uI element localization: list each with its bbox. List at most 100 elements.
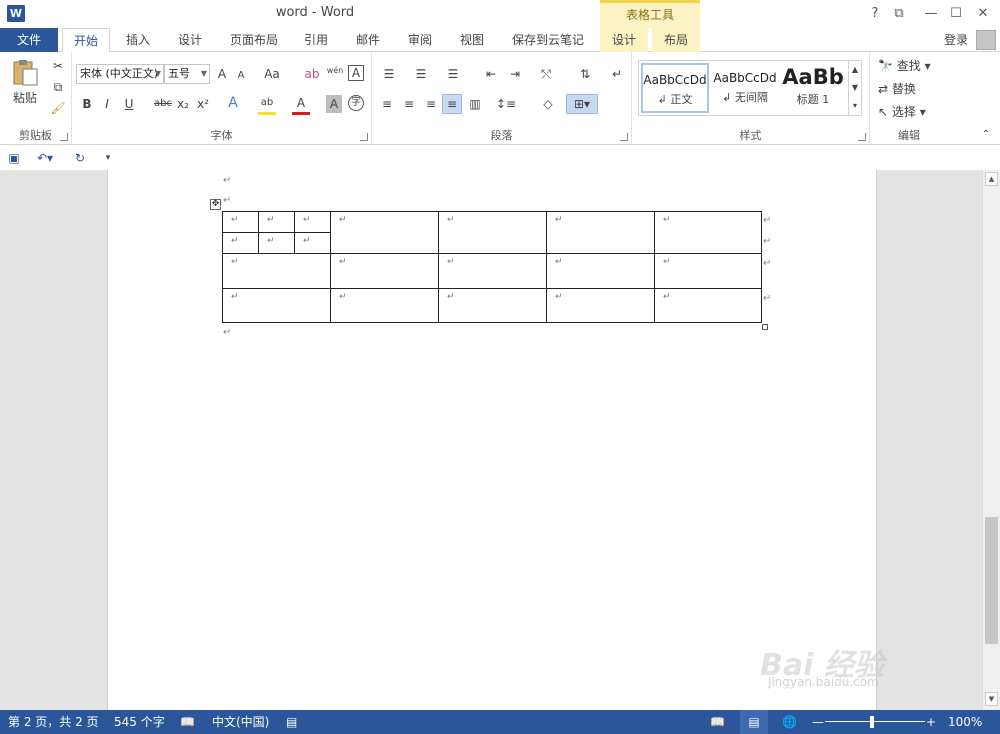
font-launcher-icon[interactable]	[360, 133, 368, 141]
user-avatar-icon[interactable]	[976, 30, 996, 50]
shrink-font-icon[interactable]: A	[234, 67, 248, 85]
redo-icon[interactable]: ↻	[72, 149, 88, 167]
character-shading-icon[interactable]: A	[326, 95, 342, 113]
customize-qat-icon[interactable]: ▾	[102, 149, 114, 167]
paragraph-launcher-icon[interactable]	[620, 133, 628, 141]
word-count[interactable]: 545 个字	[114, 710, 165, 734]
style-no-spacing[interactable]: AaBbCcDd ↲ 无间隔	[711, 63, 779, 113]
table-cell[interactable]: ↵	[258, 211, 295, 233]
help-button[interactable]: ?	[864, 4, 886, 24]
page-count[interactable]: 第 2 页，共 2 页	[8, 710, 99, 734]
strikethrough-button[interactable]: abc	[152, 95, 174, 113]
multilevel-list-icon[interactable]: ☰	[442, 65, 464, 83]
table-cell[interactable]: ↵	[258, 232, 295, 254]
increase-indent-icon[interactable]: ⇥	[506, 65, 524, 83]
tab-mailings[interactable]: 邮件	[346, 28, 390, 52]
table-cell[interactable]: ↵	[438, 211, 547, 254]
word-app-icon[interactable]: W	[7, 5, 25, 22]
minimize-button[interactable]: —	[920, 4, 942, 24]
paste-icon[interactable]	[10, 58, 40, 88]
table-cell[interactable]: ↵	[294, 232, 331, 254]
language-indicator[interactable]: 中文(中国)	[212, 710, 269, 734]
numbering-icon[interactable]: ☰	[410, 65, 432, 83]
tab-file[interactable]: 文件	[0, 28, 58, 52]
macro-recording-icon[interactable]: ▤	[286, 710, 297, 734]
table-cell[interactable]: ↵	[438, 253, 547, 289]
collapse-ribbon-icon[interactable]: ⌃	[978, 126, 994, 144]
shading-icon[interactable]: ◇	[536, 95, 560, 113]
table-resize-handle-icon[interactable]	[762, 324, 768, 330]
clear-formatting-icon[interactable]: ab	[304, 65, 320, 83]
superscript-button[interactable]: x²	[196, 95, 210, 113]
format-painter-icon[interactable]: 🖌	[50, 99, 66, 117]
select-button[interactable]: ↖ 选择 ▾	[878, 103, 944, 121]
table-move-handle-icon[interactable]: ✥	[210, 199, 221, 210]
table-cell[interactable]: ↵	[330, 253, 439, 289]
table-cell[interactable]: ↵	[438, 288, 547, 323]
tab-table-layout[interactable]: 布局	[652, 28, 700, 52]
tab-save-to-cloud-notes[interactable]: 保存到云笔记	[504, 28, 592, 52]
grow-font-icon[interactable]: A	[214, 65, 230, 83]
change-case-icon[interactable]: Aa	[260, 65, 284, 83]
close-button[interactable]: ✕	[972, 4, 994, 24]
table-cell[interactable]: ↵	[654, 253, 762, 289]
table-cell[interactable]: ↵	[546, 253, 655, 289]
align-center-icon[interactable]: ≡	[400, 95, 418, 113]
table-cell[interactable]: ↵	[654, 288, 762, 323]
underline-button[interactable]: U	[122, 95, 136, 113]
zoom-slider-track[interactable]	[825, 721, 925, 722]
maximize-button[interactable]: ☐	[945, 4, 967, 24]
zoom-in-button[interactable]: +	[926, 710, 936, 734]
find-button[interactable]: 🔭 查找 ▾	[878, 57, 944, 75]
scroll-down-icon[interactable]: ▼	[985, 692, 998, 706]
show-formatting-marks-icon[interactable]: ↵	[608, 65, 626, 83]
chinese-layout-icon[interactable]: ⤲	[534, 65, 558, 83]
table-cell[interactable]: ↵	[546, 288, 655, 323]
sort-icon[interactable]: ⇅	[576, 65, 594, 83]
save-icon[interactable]: ▣	[6, 149, 22, 167]
ribbon-display-options-button[interactable]: ⧉	[888, 4, 910, 24]
paste-label[interactable]: 粘贴	[8, 89, 42, 107]
table[interactable]: ↵ ↵ ↵ ↵ ↵ ↵ ↵ ↵ ↵ ↵ ↵ ↵ ↵ ↵ ↵ ↵ ↵ ↵ ↵ ↵	[222, 211, 762, 323]
scroll-up-icon[interactable]: ▲	[985, 172, 998, 186]
style-normal[interactable]: AaBbCcDd ↲ 正文	[641, 63, 709, 113]
text-effects-icon[interactable]: A	[224, 94, 242, 112]
enclose-characters-icon[interactable]: 字	[348, 95, 364, 111]
line-spacing-icon[interactable]: ↕≡	[494, 95, 518, 113]
table-cell[interactable]: ↵	[222, 288, 331, 323]
tab-review[interactable]: 审阅	[398, 28, 442, 52]
zoom-out-button[interactable]: —	[812, 710, 824, 734]
highlight-color-icon[interactable]: ab	[258, 94, 276, 115]
table-cell[interactable]: ↵	[330, 211, 439, 254]
tab-design[interactable]: 设计	[168, 28, 212, 52]
zoom-slider-thumb[interactable]	[870, 716, 874, 728]
table-cell[interactable]: ↵	[546, 211, 655, 254]
replace-button[interactable]: ⇄ 替换	[878, 80, 944, 98]
subscript-button[interactable]: x₂	[176, 95, 190, 113]
sign-in-link[interactable]: 登录	[944, 28, 968, 52]
table-cell[interactable]: ↵	[294, 211, 331, 233]
tab-page-layout[interactable]: 页面布局	[222, 28, 286, 52]
font-name-combo[interactable]: 宋体 (中文正文) ▼	[76, 64, 164, 84]
cut-icon[interactable]: ✂	[50, 57, 66, 75]
align-right-icon[interactable]: ≡	[422, 95, 440, 113]
bold-button[interactable]: B	[80, 95, 94, 113]
italic-button[interactable]: I	[100, 95, 114, 113]
styles-scroll-icon[interactable]: ▲ ▼ ▾	[848, 61, 861, 115]
bullets-icon[interactable]: ☰	[378, 65, 400, 83]
undo-icon[interactable]: ↶▾	[34, 149, 56, 167]
table-cell[interactable]: ↵	[222, 253, 331, 289]
tab-references[interactable]: 引用	[294, 28, 338, 52]
tab-insert[interactable]: 插入	[116, 28, 160, 52]
distributed-icon[interactable]: ▥	[466, 95, 484, 113]
tab-home[interactable]: 开始	[62, 28, 110, 53]
borders-icon[interactable]: ⊞▾	[566, 94, 598, 114]
align-left-icon[interactable]: ≡	[378, 95, 396, 113]
table-cell[interactable]: ↵	[330, 288, 439, 323]
table-cell[interactable]: ↵	[222, 232, 259, 254]
table-cell[interactable]: ↵	[654, 211, 762, 254]
document-page[interactable]: ↵ ✥ ↵ ↵ ↵ ↵ ↵ ↵ ↵ ↵ ↵ ↵ ↵ ↵ ↵ ↵ ↵ ↵ ↵ ↵ …	[107, 170, 877, 710]
decrease-indent-icon[interactable]: ⇤	[482, 65, 500, 83]
print-layout-icon[interactable]: ▤	[740, 710, 768, 734]
vertical-scrollbar[interactable]: ▲ ▼	[982, 170, 1000, 710]
